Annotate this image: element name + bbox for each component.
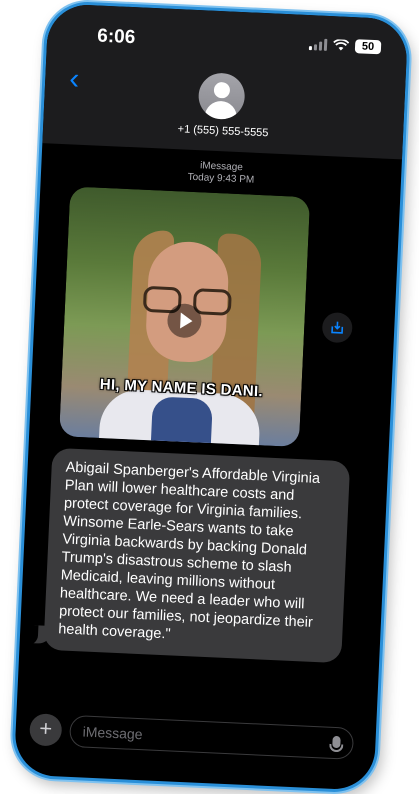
battery-icon: 50: [354, 39, 382, 55]
save-to-device-button[interactable]: [321, 311, 353, 344]
person-icon: [213, 81, 231, 99]
phone-frame: 6:06 50 ‹ +1 (555) 555-5555 iMessage Tod…: [10, 0, 412, 794]
back-chevron-icon[interactable]: ‹: [69, 62, 80, 95]
signal-icon: [308, 38, 328, 51]
microphone-icon[interactable]: [332, 735, 341, 749]
download-icon: [331, 321, 344, 334]
video-attachment[interactable]: HI, MY NAME IS DANI.: [59, 186, 311, 448]
message-input[interactable]: iMessage: [68, 714, 355, 760]
status-time: 6:06: [96, 25, 136, 49]
message-bubble[interactable]: Abigail Spanberger's Affordable Virginia…: [43, 447, 351, 664]
plus-icon[interactable]: +: [29, 713, 63, 747]
wifi-icon: [333, 39, 350, 52]
message-input-placeholder: iMessage: [82, 723, 143, 743]
composer: + iMessage: [29, 713, 360, 762]
